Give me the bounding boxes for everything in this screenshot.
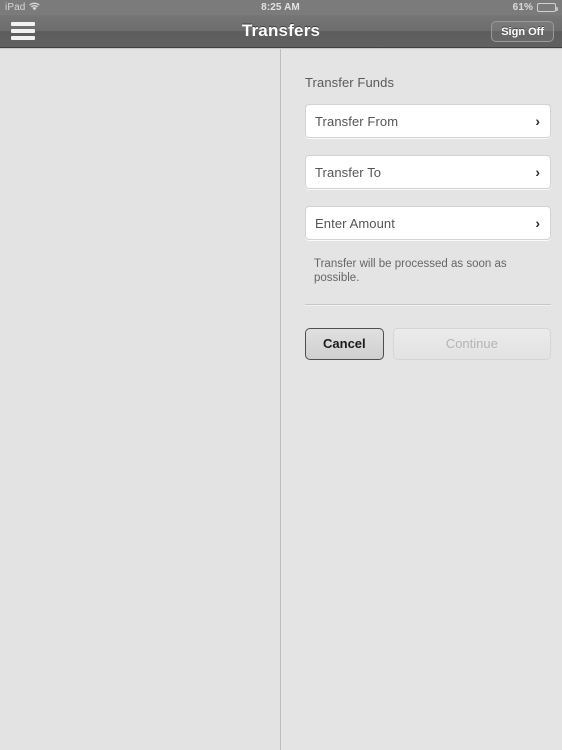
status-bar-left: iPad <box>0 2 165 14</box>
status-bar: iPad 8:25 AM 61% <box>0 0 562 15</box>
transfer-form: Transfer Funds Transfer From › Transfer … <box>282 49 562 360</box>
continue-button[interactable]: Continue <box>392 327 551 360</box>
transfer-to-label: Transfer To <box>315 164 382 180</box>
status-bar-right: 61% <box>396 2 562 13</box>
navigation-bar: Transfers Sign Off <box>0 15 562 48</box>
app-screen: iPad 8:25 AM 61% Transfers Sign Off Tran… <box>0 0 562 750</box>
transfer-from-label: Transfer From <box>315 113 399 129</box>
transfer-from-field[interactable]: Transfer From › <box>305 104 551 138</box>
sign-off-button[interactable]: Sign Off <box>491 21 554 42</box>
left-empty-pane <box>0 49 281 750</box>
chevron-right-icon: › <box>535 113 540 129</box>
hamburger-menu-icon[interactable] <box>0 15 46 48</box>
page-title: Transfers <box>241 21 321 40</box>
enter-amount-field[interactable]: Enter Amount › <box>305 206 551 240</box>
transfer-form-pane: Transfer Funds Transfer From › Transfer … <box>282 49 562 750</box>
battery-percent-label: 61% <box>512 2 533 13</box>
chevron-right-icon: › <box>535 215 540 231</box>
chevron-right-icon: › <box>535 164 540 180</box>
battery-icon <box>537 3 558 12</box>
wifi-icon <box>29 2 41 14</box>
form-actions: Cancel Continue <box>305 327 551 360</box>
section-title: Transfer Funds <box>305 75 395 90</box>
helper-text: Transfer will be processed as soon as po… <box>314 258 507 285</box>
transfer-to-field[interactable]: Transfer To › <box>305 155 551 189</box>
cancel-button[interactable]: Cancel <box>305 327 384 360</box>
form-divider <box>305 303 551 306</box>
status-bar-clock: 8:25 AM <box>261 2 300 13</box>
carrier-label: iPad <box>5 2 26 13</box>
enter-amount-label: Enter Amount <box>315 215 395 231</box>
content-area: Transfer Funds Transfer From › Transfer … <box>0 48 562 750</box>
